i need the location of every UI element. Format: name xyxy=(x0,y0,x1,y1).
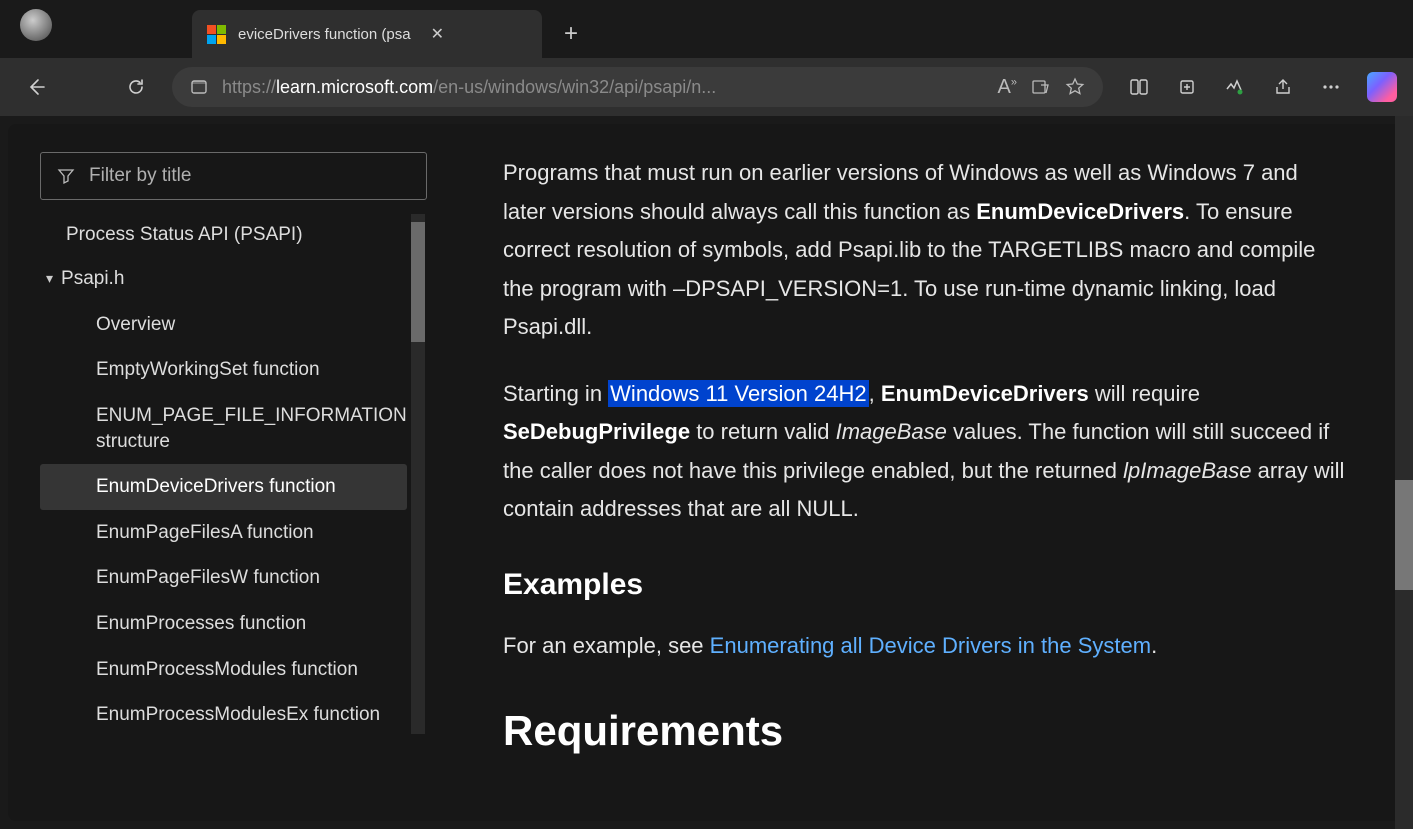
collections-icon[interactable] xyxy=(1167,67,1207,107)
filter-input[interactable]: Filter by title xyxy=(40,152,427,200)
paragraph-2: Starting in Windows 11 Version 24H2, Enu… xyxy=(503,375,1345,529)
nav-item-enum-page-file-info[interactable]: ENUM_PAGE_FILE_INFORMATION structure xyxy=(40,393,407,464)
forward-button xyxy=(66,67,106,107)
more-menu-icon[interactable] xyxy=(1311,67,1351,107)
nav-item-enumdevicedrivers[interactable]: EnumDeviceDrivers function xyxy=(40,464,407,510)
new-tab-button[interactable]: + xyxy=(564,20,578,48)
browser-tab[interactable]: eviceDrivers function (psa ✕ xyxy=(192,10,542,58)
page-content: Filter by title Process Status API (PSAP… xyxy=(8,124,1405,821)
highlighted-text: Windows 11 Version 24H2 xyxy=(608,380,868,407)
page-scrollbar-track[interactable] xyxy=(1395,116,1413,829)
tab-title: eviceDrivers function (psa xyxy=(238,26,411,43)
paragraph-1: Programs that must run on earlier versio… xyxy=(503,154,1345,347)
site-info-icon[interactable] xyxy=(190,78,208,96)
nav-item-overview[interactable]: Overview xyxy=(40,302,407,348)
refresh-button[interactable] xyxy=(116,67,156,107)
address-bar[interactable]: https://learn.microsoft.com/en-us/window… xyxy=(172,67,1103,107)
heading-examples: Examples xyxy=(503,559,1345,612)
nav-root[interactable]: Process Status API (PSAPI) xyxy=(40,214,407,256)
back-button[interactable] xyxy=(16,67,56,107)
nav-item-enumpagefilesa[interactable]: EnumPageFilesA function xyxy=(40,510,407,556)
tab-close-icon[interactable]: ✕ xyxy=(431,24,444,44)
page-scrollbar-thumb[interactable] xyxy=(1395,480,1413,590)
nav-item-enumpagefilesw[interactable]: EnumPageFilesW function xyxy=(40,555,407,601)
profile-avatar[interactable] xyxy=(20,9,52,41)
share-icon[interactable] xyxy=(1263,67,1303,107)
browser-toolbar: https://learn.microsoft.com/en-us/window… xyxy=(0,58,1413,116)
copilot-icon[interactable] xyxy=(1367,72,1397,102)
nav-parent[interactable]: ▾ Psapi.h xyxy=(40,256,407,302)
nav-item-enumprocessmodulesex[interactable]: EnumProcessModulesEx function xyxy=(40,692,407,734)
filter-icon xyxy=(57,167,75,185)
nav-list: Process Status API (PSAPI) ▾ Psapi.h Ove… xyxy=(40,214,427,734)
sidebar-scrollbar-thumb[interactable] xyxy=(411,222,425,342)
heading-requirements: Requirements xyxy=(503,694,1345,768)
chevron-down-icon: ▾ xyxy=(46,269,53,288)
nav-item-enumprocesses[interactable]: EnumProcesses function xyxy=(40,601,407,647)
nav-item-enumprocessmodules[interactable]: EnumProcessModules function xyxy=(40,647,407,693)
arrow-left-icon xyxy=(26,77,46,97)
nav-item-emptyworkingset[interactable]: EmptyWorkingSet function xyxy=(40,347,407,393)
read-aloud-icon[interactable]: A» xyxy=(998,76,1017,99)
titlebar: eviceDrivers function (psa ✕ + xyxy=(0,0,1413,58)
url-text: https://learn.microsoft.com/en-us/window… xyxy=(222,77,984,98)
example-link[interactable]: Enumerating all Device Drivers in the Sy… xyxy=(710,633,1151,658)
refresh-icon xyxy=(126,77,146,97)
split-screen-icon[interactable] xyxy=(1119,67,1159,107)
translate-icon[interactable] xyxy=(1031,77,1051,97)
microsoft-favicon xyxy=(206,24,226,44)
article-content: Programs that must run on earlier versio… xyxy=(443,124,1405,821)
filter-placeholder: Filter by title xyxy=(89,165,191,187)
favorite-icon[interactable] xyxy=(1065,77,1085,97)
sidebar: Filter by title Process Status API (PSAP… xyxy=(8,124,443,821)
example-paragraph: For an example, see Enumerating all Devi… xyxy=(503,627,1345,666)
performance-icon[interactable] xyxy=(1215,67,1255,107)
